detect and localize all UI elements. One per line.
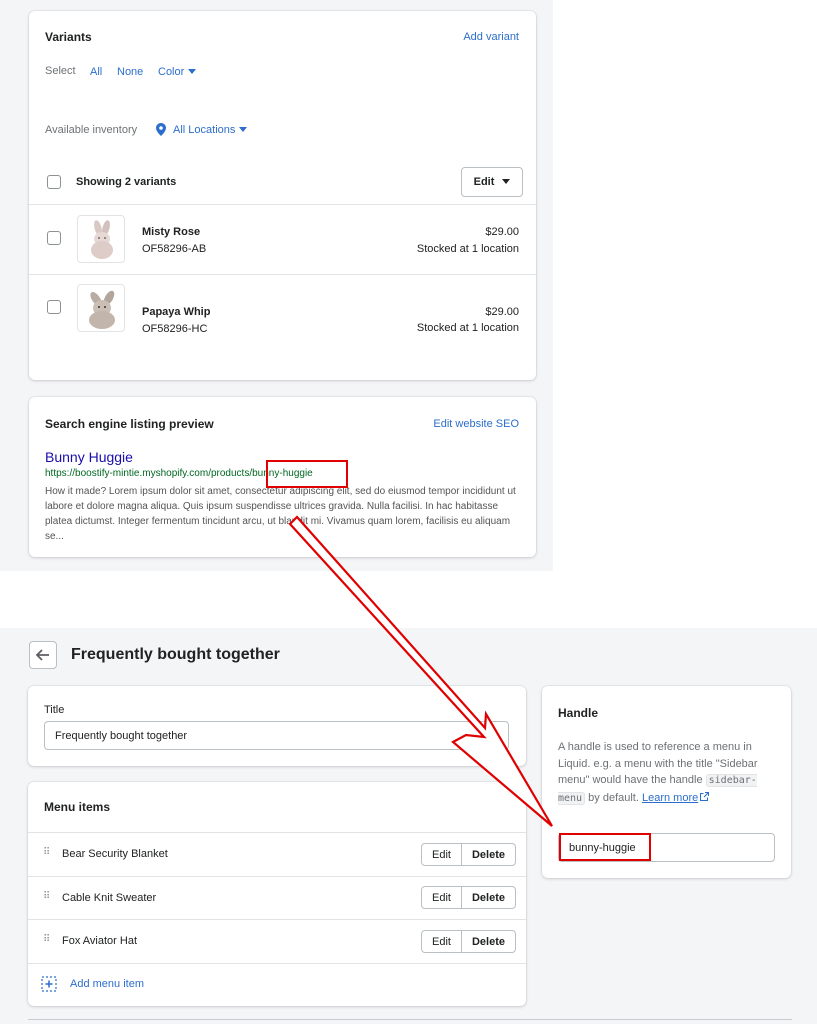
menu-item-label: Bear Security Blanket (62, 848, 168, 860)
handle-help-text: A handle is used to reference a menu in … (558, 739, 776, 807)
variant-thumbnail (77, 215, 125, 263)
variant-checkbox[interactable] (47, 300, 61, 314)
variant-stock: Stocked at 1 location (416, 243, 519, 255)
menu-item-label: Fox Aviator Hat (62, 935, 137, 947)
menu-item-delete-button[interactable]: Delete (461, 843, 516, 866)
location-pin-icon (156, 123, 166, 136)
menu-item-row: ⠿ Cable Knit Sweater Edit Delete (28, 877, 526, 920)
caret-down-icon (239, 126, 248, 132)
seo-card-title: Search engine listing preview (45, 417, 214, 431)
variant-sku: OF58296-AB (142, 243, 207, 255)
variant-price: $29.00 (485, 306, 519, 318)
learn-more-label: Learn more (641, 791, 699, 804)
variant-price: $29.00 (485, 226, 519, 238)
locations-dropdown[interactable]: All Locations (156, 123, 248, 136)
add-item-icon (41, 976, 57, 992)
back-button[interactable] (29, 641, 57, 669)
handle-title: Handle (558, 706, 599, 720)
learn-more-link[interactable]: Learn more (641, 791, 710, 804)
variant-row[interactable]: Papaya Whip OF58296-HC $29.00 Stocked at… (29, 275, 536, 344)
select-label: Select (45, 65, 76, 77)
add-variant-link[interactable]: Add variant (463, 31, 519, 43)
menu-item-edit-button[interactable]: Edit (421, 930, 462, 953)
select-all-checkbox[interactable] (47, 175, 61, 189)
drag-handle-icon[interactable]: ⠿ (43, 934, 50, 945)
seo-preview-card: Search engine listing preview Edit websi… (29, 397, 536, 557)
handle-card: Handle A handle is used to reference a m… (542, 686, 791, 878)
add-menu-item-button[interactable]: Add menu item (41, 976, 144, 992)
seo-page-title: Bunny Huggie (45, 449, 133, 465)
menu-item-edit-button[interactable]: Edit (421, 843, 462, 866)
variant-name[interactable]: Papaya Whip (142, 306, 210, 318)
add-menu-item-label: Add menu item (70, 978, 144, 990)
select-color-dropdown[interactable]: Color (158, 66, 197, 78)
title-input[interactable]: Frequently bought together (44, 721, 509, 750)
bottom-divider (28, 1019, 792, 1020)
select-none-link[interactable]: None (117, 66, 143, 78)
variant-checkbox[interactable] (47, 231, 61, 245)
edit-seo-link[interactable]: Edit website SEO (433, 418, 519, 430)
divider (28, 963, 526, 964)
bunny-plush-image (91, 220, 113, 259)
showing-variants-label: Showing 2 variants (76, 176, 177, 188)
seo-url: https://boostify-mintie.myshopify.com/pr… (45, 468, 313, 479)
menu-items-title: Menu items (44, 800, 111, 814)
title-field-label: Title (44, 704, 65, 716)
seo-description: How it made? Lorem ipsum dolor sit amet,… (45, 486, 516, 542)
arrow-left-icon (36, 649, 49, 661)
variant-name[interactable]: Misty Rose (142, 226, 200, 238)
external-link-icon (700, 791, 710, 801)
menu-items-card: Menu items ⠿ Bear Security Blanket Edit … (28, 782, 526, 1006)
variant-row[interactable]: Misty Rose OF58296-AB $29.00 Stocked at … (29, 205, 536, 274)
select-color-label: Color (158, 66, 185, 78)
seo-url-handle: bunny-huggie (252, 468, 313, 479)
handle-help-text-2: by default. (588, 791, 639, 804)
menu-item-edit-button[interactable]: Edit (421, 886, 462, 909)
menu-item-delete-button[interactable]: Delete (461, 886, 516, 909)
variants-title: Variants (45, 30, 92, 44)
bunny-plush-image (89, 290, 115, 329)
caret-down-icon (188, 69, 197, 74)
locations-label: All Locations (173, 123, 236, 136)
variant-stock: Stocked at 1 location (416, 322, 519, 334)
handle-input[interactable]: bunny-huggie (558, 833, 775, 862)
seo-url-prefix: https://boostify-mintie.myshopify.com/pr… (45, 468, 253, 479)
variant-thumbnail (77, 284, 125, 332)
title-card: Title Frequently bought together (28, 686, 526, 766)
caret-down-icon (502, 179, 511, 184)
menu-item-delete-button[interactable]: Delete (461, 930, 516, 953)
select-all-link[interactable]: All (90, 66, 102, 78)
bulk-edit-label: Edit (473, 176, 495, 188)
menu-item-label: Cable Knit Sweater (62, 892, 157, 904)
menu-item-row: ⠿ Fox Aviator Hat Edit Delete (28, 920, 526, 963)
available-inventory-label: Available inventory (45, 124, 138, 136)
drag-handle-icon[interactable]: ⠿ (43, 847, 50, 858)
variants-card: Variants Add variant Select All None Col… (29, 11, 536, 380)
bulk-edit-button[interactable]: Edit (461, 167, 523, 197)
drag-handle-icon[interactable]: ⠿ (43, 891, 50, 902)
variant-sku: OF58296-HC (142, 323, 208, 335)
page-title: Frequently bought together (71, 646, 280, 663)
menu-item-row: ⠿ Bear Security Blanket Edit Delete (28, 833, 526, 876)
